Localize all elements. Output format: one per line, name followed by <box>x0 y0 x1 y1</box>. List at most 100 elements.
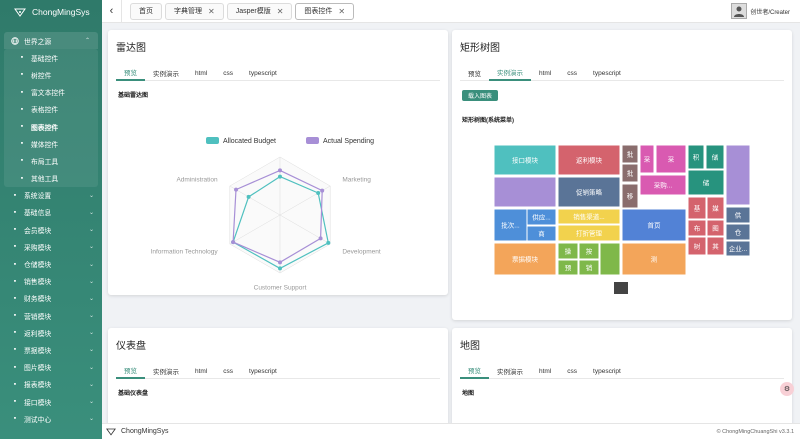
close-icon[interactable]: ✕ <box>208 7 215 16</box>
sidebar-group-label: 财务模块 <box>24 296 52 304</box>
sidebar-group-label: 基础信息 <box>24 210 52 218</box>
subtab-4[interactable]: typescript <box>241 65 285 81</box>
subtab-1[interactable]: 实例演示 <box>489 65 531 81</box>
sidebar-group-5[interactable]: ▪ 销售模块 ⌄ <box>0 273 102 290</box>
subtab-0[interactable]: 预览 <box>116 65 145 81</box>
sidebar-subitem-5[interactable]: ▪ 媒体控件 <box>4 135 98 152</box>
sidebar: ChongMingSys 世界之源 ⌃ ▪ 基础控件 ▪ 树控件 ▪ 富文本控件 ▪ 表格控件… <box>0 0 102 439</box>
subtab-2[interactable]: html <box>187 363 215 379</box>
sidebar-subitem-7[interactable]: ▪ 其他工具 <box>4 170 98 187</box>
radar-point[interactable] <box>326 240 331 245</box>
radar-point[interactable] <box>231 240 236 245</box>
sidebar-group-13[interactable]: ▪ 测试中心 ⌄ <box>0 410 102 427</box>
sidebar-group-4[interactable]: ▪ 仓储模块 ⌄ <box>0 255 102 272</box>
treemap-breadcrumb[interactable] <box>614 282 628 294</box>
tab-3[interactable]: 图表控件 ✕ <box>295 2 355 20</box>
treemap-cell[interactable] <box>599 242 621 276</box>
sidebar-group-2[interactable]: ▪ 会员模块 ⌄ <box>0 221 102 238</box>
subtab-3[interactable]: css <box>215 363 241 379</box>
sidebar-subitem-6[interactable]: ▪ 布局工具 <box>4 152 98 169</box>
treemap-label: 打折管理 <box>576 229 603 238</box>
sidebar-group-11[interactable]: ▪ 报表模块 ⌄ <box>0 376 102 393</box>
tab-label: 图表控件 <box>304 8 333 15</box>
load-chart-button[interactable]: 载入图表 <box>462 90 499 101</box>
user-menu[interactable]: 创世者/Creater <box>731 3 790 19</box>
treemap-cell[interactable] <box>493 176 557 208</box>
sidebar-group-8[interactable]: ▪ 返利模块 ⌄ <box>0 324 102 341</box>
radar-point[interactable] <box>278 260 282 265</box>
treemap-label: 销 <box>586 263 593 272</box>
treemap-label: 采购... <box>654 181 673 190</box>
treemap-chart: 接口模块 返利模块批批采 采采购...积 储储移促销策略批次...供应...商销售渠道… <box>493 144 751 294</box>
sidebar-group-1[interactable]: ▪ 基础信息 ⌄ <box>0 204 102 221</box>
subtab-0[interactable]: 预览 <box>116 363 145 379</box>
sidebar-group-12[interactable]: ▪ 接口模块 ⌄ <box>0 393 102 410</box>
subtab-4[interactable]: typescript <box>585 363 629 379</box>
legend-swatch[interactable] <box>206 137 219 144</box>
radar-point[interactable] <box>278 266 282 271</box>
subtab-0[interactable]: 预览 <box>460 65 489 81</box>
radar-indicator-label: Administration <box>176 177 218 184</box>
treemap-label: 批 <box>627 150 634 159</box>
radar-indicator-label: Information Technology <box>151 249 219 256</box>
subtab-3[interactable]: css <box>559 363 585 379</box>
sidebar-group-7[interactable]: ▪ 营销模块 ⌄ <box>0 307 102 324</box>
avatar[interactable] <box>731 3 748 19</box>
subtab-0[interactable]: 预览 <box>460 363 489 379</box>
subtab-1[interactable]: 实例演示 <box>489 363 531 379</box>
sidebar-group-0[interactable]: ▪ 系统设置 ⌄ <box>0 187 102 204</box>
close-icon[interactable]: ✕ <box>338 7 345 16</box>
treemap-label: 基 <box>694 204 701 213</box>
radar-point[interactable] <box>318 236 323 241</box>
sidebar-group-world-source[interactable]: 世界之源 ⌃ <box>4 32 98 50</box>
radar-point[interactable] <box>278 168 282 173</box>
radar-point[interactable] <box>320 188 325 193</box>
tab-0[interactable]: 首页 <box>130 2 162 20</box>
radar-point[interactable] <box>278 174 282 179</box>
cart-icon: ▪ <box>13 243 17 251</box>
treemap-label: 企业... <box>729 244 748 253</box>
sidebar-subitem-4[interactable]: ▪ 图表控件 <box>4 118 98 135</box>
subtab-1[interactable]: 实例演示 <box>145 363 187 379</box>
sidebar-group-label: 测试中心 <box>24 416 52 424</box>
treemap-label: 供应... <box>532 213 551 222</box>
sidebar-group-3[interactable]: ▪ 采购模块 ⌄ <box>0 238 102 255</box>
sidebar-group-label: 仓储模块 <box>24 262 52 270</box>
sidebar-group-label: 营销模块 <box>24 313 52 321</box>
chevron-down-icon: ⌄ <box>88 330 94 337</box>
sidebar-group-10[interactable]: ▪ 图片模块 ⌄ <box>0 359 102 376</box>
brand[interactable]: ChongMingSys <box>0 0 102 24</box>
subtab-4[interactable]: typescript <box>585 65 629 81</box>
floating-helper-button[interactable]: ⚙ <box>780 382 794 396</box>
sidebar-subitem-1[interactable]: ▪ 树控件 <box>4 66 98 83</box>
radar-point[interactable] <box>234 187 239 192</box>
subtab-3[interactable]: css <box>559 65 585 81</box>
subtab-2[interactable]: html <box>187 65 215 81</box>
back-button[interactable]: ‹ <box>102 0 122 23</box>
subtab-2[interactable]: html <box>531 65 559 81</box>
tab-label: 首页 <box>139 8 153 15</box>
tab-1[interactable]: 字典管理 ✕ <box>165 2 224 20</box>
sidebar-group-6[interactable]: ▪ 财务模块 ⌄ <box>0 290 102 307</box>
sidebar-subitem-0[interactable]: ▪ 基础控件 <box>4 49 98 66</box>
treemap-label: 批次... <box>501 221 520 230</box>
sales-icon: ▪ <box>13 277 17 285</box>
treemap-label: 预 <box>565 263 572 272</box>
sidebar-group-label: 报表模块 <box>24 382 52 390</box>
subtab-3[interactable]: css <box>215 65 241 81</box>
sidebar-group-9[interactable]: ▪ 票据模块 ⌄ <box>0 341 102 358</box>
radar-point[interactable] <box>246 194 251 199</box>
radar-point[interactable] <box>316 190 321 195</box>
subtab-1[interactable]: 实例演示 <box>145 65 187 81</box>
legend-swatch[interactable] <box>306 137 319 144</box>
sidebar-group-label: 票据模块 <box>24 347 52 355</box>
subtab-4[interactable]: typescript <box>241 363 285 379</box>
tab-2[interactable]: Jasper模版 ✕ <box>226 2 293 20</box>
close-icon[interactable]: ✕ <box>277 7 284 16</box>
treemap-cell[interactable] <box>725 144 751 206</box>
wrench-icon: ▪ <box>13 191 17 199</box>
subtab-2[interactable]: html <box>531 363 559 379</box>
plugin-icon: ▪ <box>20 174 24 182</box>
sidebar-subitem-2[interactable]: ▪ 富文本控件 <box>4 84 98 101</box>
sidebar-subitem-3[interactable]: ▪ 表格控件 <box>4 101 98 118</box>
